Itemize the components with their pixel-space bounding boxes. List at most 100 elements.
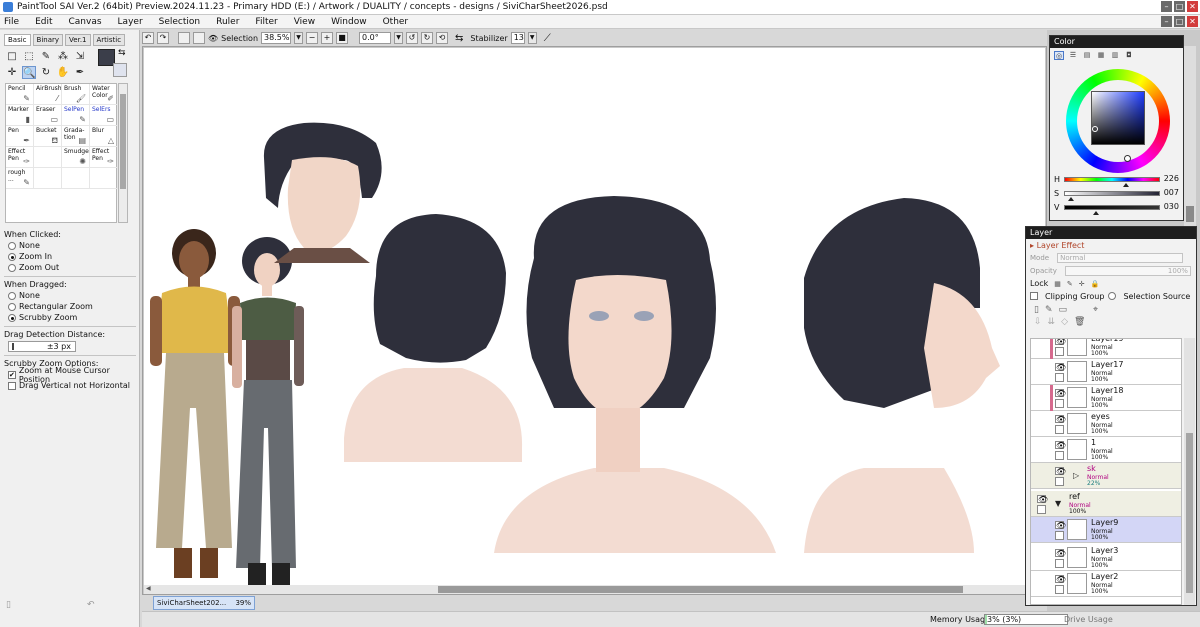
move-icon[interactable]: ✛ [5,66,19,79]
menu-canvas[interactable]: Canvas [69,17,102,27]
rotation-input[interactable]: 0.0° [359,32,392,44]
visibility-eye-icon[interactable]: 👁 [1055,441,1066,450]
brush-cell[interactable]: SelPen ✎ [62,105,90,126]
doc-close-button[interactable]: ✕ [1187,16,1198,27]
radio-option[interactable]: None [4,240,136,251]
folder-expanded-icon[interactable]: ▼ [1055,499,1061,508]
layer-select-checkbox[interactable] [1055,399,1064,408]
value-slider[interactable] [1064,204,1160,215]
visibility-eye-icon[interactable]: 👁 [1055,339,1066,346]
undo-button[interactable]: ↶ [142,32,154,44]
layer-row-1[interactable]: 👁 1 Normal 100% [1031,437,1181,463]
selection-visibility-icon[interactable]: 👁 [208,34,218,43]
rotate-left-button[interactable]: ↺ [406,32,419,44]
hue-value[interactable]: 226 [1164,174,1179,183]
radio-option[interactable]: Zoom In [4,251,136,262]
brush-cell[interactable]: Grada-tion ▤ [62,126,90,147]
minimize-button[interactable]: – [1161,1,1172,12]
delete-layer-icon[interactable]: 🗑 [1074,317,1085,328]
brush-cell[interactable]: Brush 🖌 [62,84,90,105]
merge-down-icon[interactable]: ⇊ [1048,317,1056,328]
brush-cell[interactable] [34,147,62,168]
brush-cell[interactable] [34,168,62,189]
lock-transparency-icon[interactable]: ▦ [1054,280,1061,288]
close-button[interactable]: ✕ [1187,1,1198,12]
layer-row-layer19[interactable]: 👁 Layer19 Normal 100% [1031,339,1181,359]
tab-basic[interactable]: Basic [4,34,31,46]
right-dock-scrollbar-thumb[interactable] [1186,206,1194,222]
flip-horizontal-icon[interactable]: ⇆ [455,33,463,44]
brush-cell[interactable]: Marker ▮ [6,105,34,126]
swap-colors-icon[interactable]: ⇆ [118,48,126,58]
brush-cell[interactable]: Effect Pen ✑ [90,147,118,168]
tab-binary[interactable]: Binary [32,34,64,46]
checkbox-option[interactable]: ✔ Zoom at Mouse Cursor Position [4,366,136,384]
radio-button[interactable] [8,291,16,300]
menu-edit[interactable]: Edit [35,17,52,27]
zoom-tool-icon[interactable]: 🔍 [22,66,36,79]
visibility-eye-icon[interactable]: 👁 [1055,415,1066,424]
visibility-eye-icon[interactable]: 👁 [1037,495,1048,504]
layer-select-checkbox[interactable] [1055,373,1064,382]
visibility-eye-icon[interactable]: 👁 [1055,389,1066,398]
tab-artistic[interactable]: Artistic [92,34,126,46]
menu-other[interactable]: Other [383,17,409,27]
secondary-color-swatch[interactable] [113,63,127,77]
right-dock-scrollbar[interactable] [1184,46,1196,226]
tab-ver1[interactable]: Ver.1 [65,34,91,46]
transfer-down-icon[interactable]: ⇩ [1034,317,1042,328]
line-tool-icon[interactable]: ⟋ [544,33,551,44]
saturation-value-square[interactable] [1091,91,1145,145]
radio-option[interactable]: Zoom Out [4,262,136,273]
canvas-scrollbar-thumb[interactable] [438,586,963,593]
radio-option[interactable]: None [4,290,136,301]
brush-cell[interactable]: SelErs ▭ [90,105,118,126]
layer-select-checkbox[interactable] [1055,559,1064,568]
eyedropper-icon[interactable]: ✒ [73,66,87,79]
layer-select-checkbox[interactable] [1055,585,1064,594]
rotate-icon[interactable]: ↻ [39,66,53,79]
layer-row-layer2[interactable]: 👁 Layer2 Normal 100% [1031,571,1181,597]
new-layer-icon[interactable]: ▯ [1034,305,1039,315]
layer-row-sk[interactable]: 👁 ▷ sk Normal 22% [1031,463,1181,489]
visibility-eye-icon[interactable]: 👁 [1055,363,1066,372]
zoom-in-button[interactable]: + [321,32,334,44]
lock-paint-icon[interactable]: ✎ [1067,280,1073,288]
checkbox[interactable]: ✔ [8,370,16,379]
checkbox-option[interactable]: Drag Vertical not Horizontal [4,380,136,391]
blank-button[interactable] [178,32,190,44]
layer-list-scrollbar-thumb[interactable] [1186,433,1193,593]
radio-button[interactable] [8,252,16,261]
hue-slider[interactable] [1064,176,1160,187]
folder-collapsed-icon[interactable]: ▷ [1073,471,1079,480]
lock-all-icon[interactable]: 🔒 [1091,280,1100,288]
brush-cell[interactable]: Pen ✒ [6,126,34,147]
blank-button-2[interactable] [193,32,205,44]
hue-cursor[interactable] [1124,155,1131,162]
layer-effect-toggle[interactable]: ▸ Layer Effect [1026,239,1196,251]
brush-cell[interactable]: Eraser ▭ [34,105,62,126]
value-slider-knob[interactable] [1092,210,1099,215]
zoom-dropdown-chevron-icon[interactable]: ▼ [294,32,304,44]
stabilizer-input[interactable]: 13 [510,32,525,44]
canvas[interactable] [144,48,1045,585]
layer-list-scrollbar[interactable] [1184,338,1195,605]
visibility-eye-icon[interactable]: 👁 [1055,467,1066,476]
menu-window[interactable]: Window [331,17,367,27]
stabilizer-dropdown-chevron-icon[interactable]: ▼ [527,32,537,44]
radio-button[interactable] [8,302,16,311]
menu-view[interactable]: View [294,17,315,27]
hsv-sliders-mode-icon[interactable]: ▤ [1082,51,1092,60]
clipping-group-checkbox[interactable] [1030,292,1038,300]
layer-row-eyes[interactable]: 👁 eyes Normal 100% [1031,411,1181,437]
value-value[interactable]: 030 [1164,202,1179,211]
layer-row-layer9[interactable]: 👁 Layer9 Normal 100% [1031,517,1181,543]
zoom-input[interactable]: 38.5% [261,32,292,44]
color-wheel-mode-icon[interactable]: ◎ [1054,51,1064,60]
rgb-sliders-mode-icon[interactable]: ☰ [1068,51,1078,60]
radio-button[interactable] [8,313,16,322]
transform-icon[interactable]: ⇲ [73,50,87,63]
lock-move-icon[interactable]: ✛ [1079,280,1085,288]
rotate-reset-button[interactable]: ⟲ [436,32,449,44]
visibility-eye-icon[interactable]: 👁 [1055,575,1066,584]
